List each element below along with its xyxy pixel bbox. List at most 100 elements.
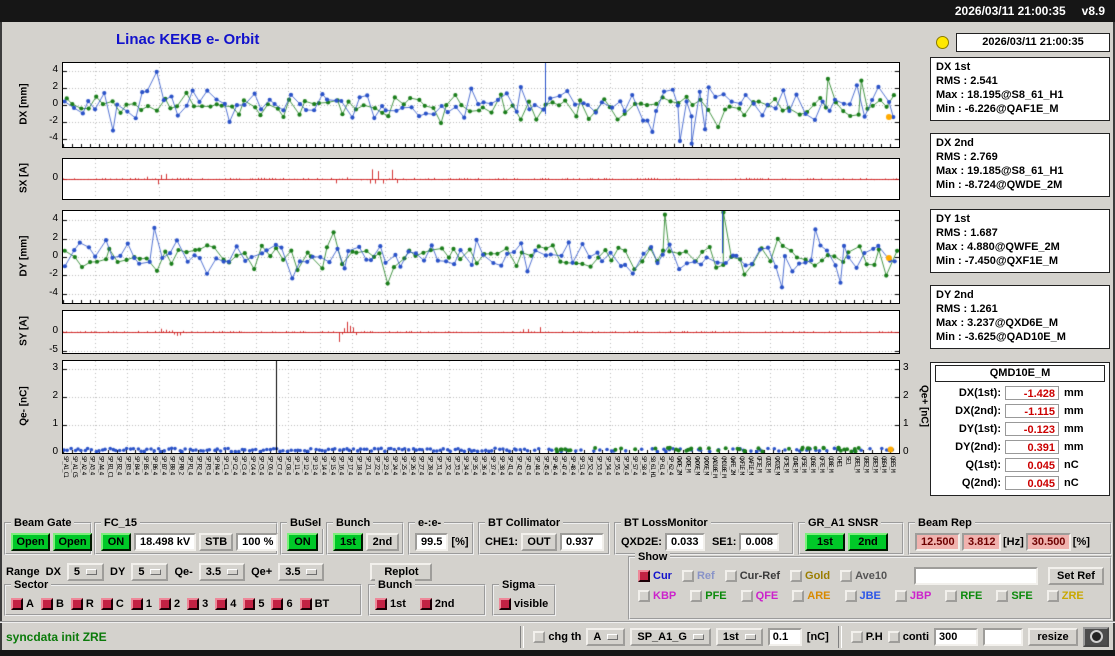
- ph-checkbox[interactable]: P.H: [851, 631, 883, 643]
- checkbox-indicator[interactable]: [790, 570, 802, 582]
- fc15-on-button[interactable]: ON: [101, 533, 131, 551]
- sector-checkbox-2[interactable]: 2: [159, 598, 180, 610]
- show-checkbox-cur[interactable]: Cur: [638, 570, 672, 582]
- aux-input[interactable]: [983, 628, 1023, 646]
- range-qe-plus-dropdown[interactable]: 3.5: [278, 563, 324, 581]
- checkbox-indicator[interactable]: [215, 598, 227, 610]
- x-axis-label: SP_62_4: [667, 456, 674, 474]
- checkbox-indicator[interactable]: [638, 570, 650, 582]
- checkbox-indicator[interactable]: [131, 598, 143, 610]
- set-ref-button[interactable]: Set Ref: [1048, 567, 1104, 585]
- checkbox-indicator[interactable]: [71, 598, 83, 610]
- sector-checkbox-r[interactable]: R: [71, 598, 94, 610]
- checkbox-indicator[interactable]: [682, 570, 694, 582]
- show-checkbox-ref[interactable]: Ref: [682, 570, 715, 582]
- count-input[interactable]: [934, 628, 978, 646]
- show-checkbox-zre[interactable]: ZRE: [1047, 590, 1084, 602]
- checkbox-indicator[interactable]: [420, 598, 432, 610]
- checkbox-indicator[interactable]: [845, 590, 857, 602]
- snsr-1st-button[interactable]: 1st: [805, 533, 845, 551]
- threshold-input[interactable]: [768, 628, 802, 646]
- bpm-select-dropdown[interactable]: SP_A1_G: [630, 628, 711, 646]
- checkbox-indicator[interactable]: [159, 598, 171, 610]
- sigma-checkbox-visible[interactable]: visible: [499, 598, 548, 610]
- checkbox-indicator[interactable]: [375, 598, 387, 610]
- checkbox-indicator[interactable]: [300, 598, 312, 610]
- show-checkbox-curref[interactable]: Cur-Ref: [725, 570, 780, 582]
- checkbox-indicator[interactable]: [851, 631, 863, 643]
- checkbox-indicator[interactable]: [792, 590, 804, 602]
- stat-max: Max : 19.185@S8_61_H1: [936, 164, 1104, 178]
- che1-out-button[interactable]: OUT: [521, 533, 557, 551]
- checkbox-indicator[interactable]: [41, 598, 53, 610]
- range-qe-minus-dropdown[interactable]: 3.5: [199, 563, 245, 581]
- checkbox-indicator[interactable]: [271, 598, 283, 610]
- show-checkbox-sfe[interactable]: SFE: [996, 590, 1032, 602]
- sigma-checkboxes: visible: [499, 598, 548, 610]
- checkbox-indicator[interactable]: [243, 598, 255, 610]
- checkbox-indicator[interactable]: [741, 590, 753, 602]
- checkbox-indicator[interactable]: [499, 598, 511, 610]
- x-axis-label: SP_C4_4: [249, 456, 256, 474]
- sector-checkbox-6[interactable]: 6: [271, 598, 292, 610]
- bunch-checkbox-1st[interactable]: 1st: [375, 598, 406, 610]
- sector-checkbox-4[interactable]: 4: [215, 598, 236, 610]
- show-checkbox-qfe[interactable]: QFE: [741, 590, 779, 602]
- checkbox-indicator[interactable]: [690, 590, 702, 602]
- checkbox-indicator[interactable]: [725, 570, 737, 582]
- show-checkbox-pfe[interactable]: PFE: [690, 590, 726, 602]
- snsr-2nd-button[interactable]: 2nd: [848, 533, 888, 551]
- sector-checkbox-a[interactable]: A: [11, 598, 34, 610]
- bunch-1st-button[interactable]: 1st: [333, 533, 363, 551]
- checkbox-indicator[interactable]: [1047, 590, 1059, 602]
- x-axis-label: SP_38_4: [498, 456, 505, 474]
- sector-checkbox-b[interactable]: B: [41, 598, 64, 610]
- sector-select-dropdown[interactable]: A: [586, 628, 625, 646]
- window-bottom-edge: [0, 650, 1115, 656]
- x-axis-label: QXDE_M: [685, 456, 692, 472]
- resize-button[interactable]: resize: [1028, 628, 1078, 646]
- sector-checkbox-5[interactable]: 5: [243, 598, 264, 610]
- sector-checkbox-c[interactable]: C: [101, 598, 124, 610]
- show-checkbox-jbp[interactable]: JBP: [895, 590, 931, 602]
- range-dx-dropdown[interactable]: 5: [67, 563, 104, 581]
- checkbox-indicator[interactable]: [638, 590, 650, 602]
- sector-checkbox-3[interactable]: 3: [187, 598, 208, 610]
- checkbox-indicator[interactable]: [888, 631, 900, 643]
- checkbox-indicator[interactable]: [996, 590, 1008, 602]
- show-checkbox-ave10[interactable]: Ave10: [840, 570, 887, 582]
- y-tick-label: 2: [34, 232, 58, 243]
- checkbox-indicator[interactable]: [895, 590, 907, 602]
- show-checkbox-jbe[interactable]: JBE: [845, 590, 881, 602]
- show-checkbox-rfe[interactable]: RFE: [945, 590, 982, 602]
- checkbox-indicator[interactable]: [840, 570, 852, 582]
- sector-checkbox-bt[interactable]: BT: [300, 598, 330, 610]
- x-axis-label: SP_25_4: [400, 456, 407, 474]
- busel-on-button[interactable]: ON: [287, 533, 318, 551]
- bunch-checkbox-2nd[interactable]: 2nd: [420, 598, 455, 610]
- screenshot-button[interactable]: [1083, 627, 1109, 647]
- checkbox-indicator[interactable]: [187, 598, 199, 610]
- checkbox-indicator[interactable]: [11, 598, 23, 610]
- checkbox-indicator[interactable]: [533, 631, 545, 643]
- bt-collimator-group: BT Collimator CHE1: OUT 0.937: [478, 522, 610, 555]
- checkbox-label: JBP: [910, 590, 931, 602]
- beam-gate-open-button-1[interactable]: Open: [11, 533, 50, 551]
- ref-name-input[interactable]: [914, 567, 1038, 585]
- show-checkbox-gold[interactable]: Gold: [790, 570, 830, 582]
- fc15-stb-button[interactable]: STB: [199, 533, 233, 551]
- show-checkbox-kbp[interactable]: KBP: [638, 590, 676, 602]
- beam-gate-open-button-2[interactable]: Open: [53, 533, 92, 551]
- chg-th-checkbox[interactable]: chg th: [533, 631, 581, 643]
- range-dx-label: DX: [46, 566, 61, 578]
- x-axis-label: SP_18_4: [355, 456, 362, 474]
- range-dy-dropdown[interactable]: 5: [131, 563, 168, 581]
- sector-checkbox-1[interactable]: 1: [131, 598, 152, 610]
- conti-checkbox[interactable]: conti: [888, 631, 929, 643]
- checkbox-indicator[interactable]: [945, 590, 957, 602]
- bunch-2nd-button[interactable]: 2nd: [366, 533, 399, 551]
- y-axis-title: SX [A]: [19, 163, 30, 193]
- bunch-select-dropdown[interactable]: 1st: [716, 628, 763, 646]
- checkbox-indicator[interactable]: [101, 598, 113, 610]
- show-checkbox-are[interactable]: ARE: [792, 590, 830, 602]
